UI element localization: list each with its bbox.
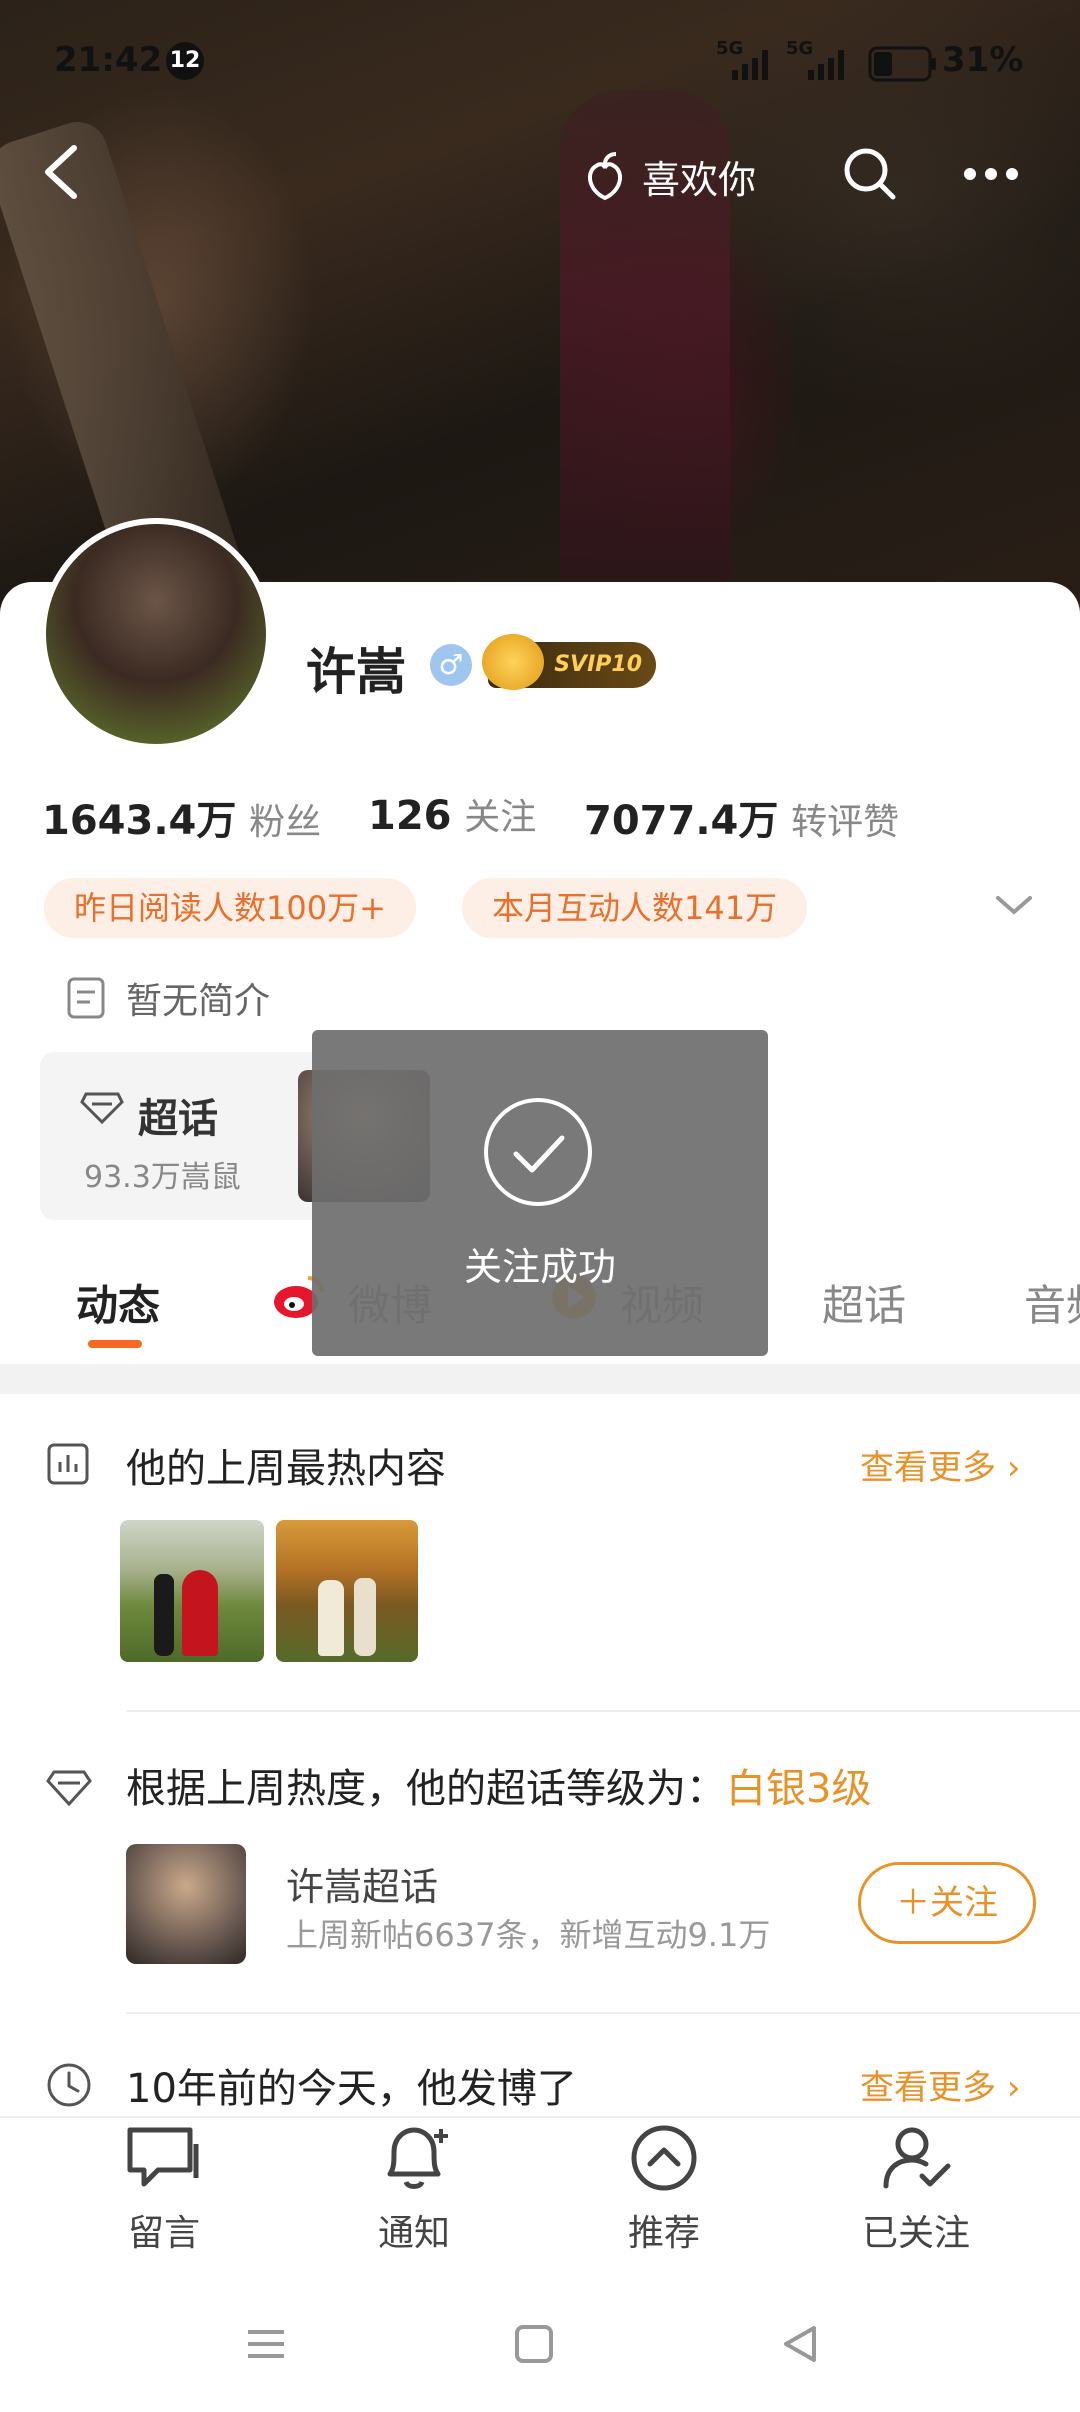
toast-text: 关注成功 [463, 1245, 616, 1289]
user-check-icon [781, 2122, 1051, 2196]
battery-percent: 31% [942, 40, 1024, 80]
topic-stats: 上周新帖6637条，新增互动9.1万 [286, 1916, 771, 1954]
topic-name[interactable]: 许嵩超话 [286, 1856, 438, 1911]
male-gender-icon: ♂ [430, 644, 472, 686]
intro-text: 暂无简介 [126, 981, 271, 1022]
diamond-icon [80, 1090, 124, 1130]
bottom-message-button[interactable]: 留言 [29, 2122, 299, 2256]
signal-icon-2 [806, 48, 852, 84]
section-divider [0, 1364, 1080, 1394]
status-time: 21:42 [54, 40, 163, 80]
stat-interactions-value: 7077.4万 [584, 798, 779, 844]
bell-plus-icon [279, 2122, 549, 2196]
checkmark-icon [482, 1096, 594, 1212]
expand-chevron-icon[interactable] [994, 892, 1034, 922]
bottom-followed-label: 已关注 [861, 2213, 970, 2254]
tab-super-topic[interactable]: 超话 [822, 1272, 906, 1333]
hot-more-label: 查看更多 [860, 1448, 996, 1488]
menu-icon[interactable] [244, 2322, 288, 2370]
bottom-recommend-label: 推荐 [627, 2213, 700, 2254]
message-icon [29, 2122, 299, 2196]
super-topic-subtitle: 93.3万嵩鼠 [84, 1160, 241, 1195]
stat-interactions-label: 转评赞 [791, 802, 900, 843]
like-label: 喜欢你 [642, 157, 757, 202]
super-topic-title: 超话 [138, 1096, 218, 1142]
level-prefix: 根据上周热度，他的超话等级为： [126, 1766, 726, 1812]
history-title: 10年前的今天，他发博了 [126, 2066, 577, 2112]
hot-post-thumbnail-2[interactable] [276, 1520, 418, 1662]
profile-name: 许嵩 [306, 643, 406, 701]
stat-interactions[interactable]: 7077.4万 转评赞 [584, 788, 899, 846]
bottom-notify-button[interactable]: 通知 [279, 2122, 549, 2256]
stat-following[interactable]: 126 关注 [368, 788, 536, 840]
row-separator [126, 1710, 1080, 1712]
crown-icon [482, 634, 544, 690]
follow-topic-button[interactable]: ＋关注 [858, 1862, 1036, 1944]
bar-chart-icon [46, 1442, 90, 1490]
hot-content-more-link[interactable]: 查看更多 › [860, 1440, 1020, 1489]
level-value: 白银3级 [726, 1766, 872, 1812]
bottom-recommend-button[interactable]: 推荐 [529, 2122, 799, 2256]
battery-icon [868, 46, 938, 86]
tab-active-indicator [88, 1340, 142, 1348]
signal-icon [730, 48, 776, 84]
peach-icon [582, 150, 628, 202]
clock-icon [46, 2062, 92, 2112]
avatar[interactable] [40, 518, 272, 750]
hot-content-title: 他的上周最热内容 [126, 1446, 446, 1492]
chevron-up-circle-icon [529, 2122, 799, 2196]
search-icon[interactable] [842, 146, 898, 206]
stat-following-value: 126 [368, 793, 452, 839]
stat-following-label: 关注 [464, 797, 537, 838]
back-icon[interactable] [36, 142, 86, 206]
history-more-label: 查看更多 [860, 2068, 996, 2108]
like-button[interactable]: 喜欢你 [582, 146, 756, 206]
notification-count-badge: 12 [166, 42, 204, 80]
row-separator-2 [126, 2012, 1080, 2014]
stat-fans[interactable]: 1643.4万 粉丝 [42, 788, 321, 846]
super-topic-level-text: 根据上周热度，他的超话等级为：白银3级 [126, 1756, 871, 1814]
bottom-notify-label: 通知 [377, 2213, 450, 2254]
bottom-message-label: 留言 [127, 2213, 200, 2254]
super-topic-diamond-icon [46, 1768, 92, 1812]
home-icon[interactable] [514, 2324, 554, 2368]
chevron-right-icon-2: › [1006, 2068, 1021, 2108]
hot-post-thumbnail-1[interactable] [120, 1520, 264, 1662]
bottom-followed-button[interactable]: 已关注 [781, 2122, 1051, 2256]
pill-yesterday-readers[interactable]: 昨日阅读人数100万+ [44, 878, 416, 938]
topic-avatar[interactable] [126, 1844, 246, 1964]
tab-audio[interactable]: 音频 [1024, 1272, 1080, 1333]
more-icon[interactable] [962, 164, 1020, 188]
pill-monthly-interactions[interactable]: 本月互动人数141万 [462, 878, 808, 938]
back-nav-icon[interactable] [780, 2322, 820, 2370]
stat-fans-value: 1643.4万 [42, 798, 237, 844]
document-icon [66, 976, 106, 1024]
chevron-right-icon: › [1006, 1448, 1021, 1488]
stat-fans-label: 粉丝 [249, 802, 322, 843]
history-more-link[interactable]: 查看更多 › [860, 2060, 1020, 2109]
tab-dynamic[interactable]: 动态 [76, 1272, 160, 1333]
